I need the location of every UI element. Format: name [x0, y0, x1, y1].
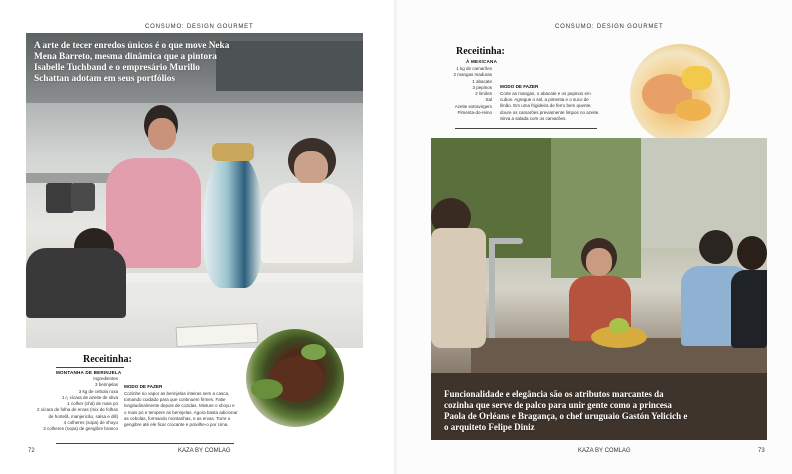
method-text-left: Cozinhe no vapor as berinjelas inteiras … — [124, 391, 238, 428]
recipe-title-left: Receitinha: — [83, 354, 132, 365]
page-number-right: 73 — [758, 448, 765, 454]
recipe-rule-left — [56, 367, 124, 368]
section-header-left: CONSUMO: DESIGN GOURMET — [145, 24, 254, 30]
ingredient-item: 2 xícara de folha de ervas (mix de folha… — [36, 407, 118, 413]
recipe-name-right: À MEXICANA — [466, 59, 498, 64]
page-number-left: 72 — [28, 448, 35, 454]
eggplant-dish-photo — [246, 329, 344, 427]
method-title-right: MODO DE FAZER — [500, 84, 539, 89]
ingredients-list-left: Ingredientes 3 berinjelas 3 kg de cebola… — [30, 376, 118, 433]
page-fold — [394, 0, 398, 474]
left-photo-caption: A arte de tecer enredos únicos é o que m… — [34, 41, 230, 84]
recipe-name-left: MONTANHA DE BERINJELA — [56, 370, 122, 375]
method-title-left: MODO DE FAZER — [124, 384, 163, 389]
recipe-rule-right — [455, 128, 597, 129]
ingredient-item: 3 colheres (sopa) de gengibre branco — [43, 426, 118, 432]
right-photo-caption: Funcionalidade e elegância são os atribu… — [444, 389, 688, 432]
shrimp-salad-photo — [630, 44, 730, 144]
bottom-rule-left — [56, 443, 234, 444]
recipe-title-right: Receitinha: — [456, 46, 505, 57]
footer-brand-right: KAZA BY COMLAG — [578, 448, 631, 454]
section-header-right: CONSUMO: DESIGN GOURMET — [555, 24, 664, 30]
footer-brand-left: KAZA BY COMLAG — [178, 448, 231, 454]
ingredients-list-right: 1 kg de camarões 2 mangas maduras 1 abac… — [425, 66, 492, 116]
method-text-right: Corte as mangas, o abacate e os pepinos … — [500, 91, 600, 121]
ingredient-item: Pimenta-do-reino — [457, 110, 492, 116]
